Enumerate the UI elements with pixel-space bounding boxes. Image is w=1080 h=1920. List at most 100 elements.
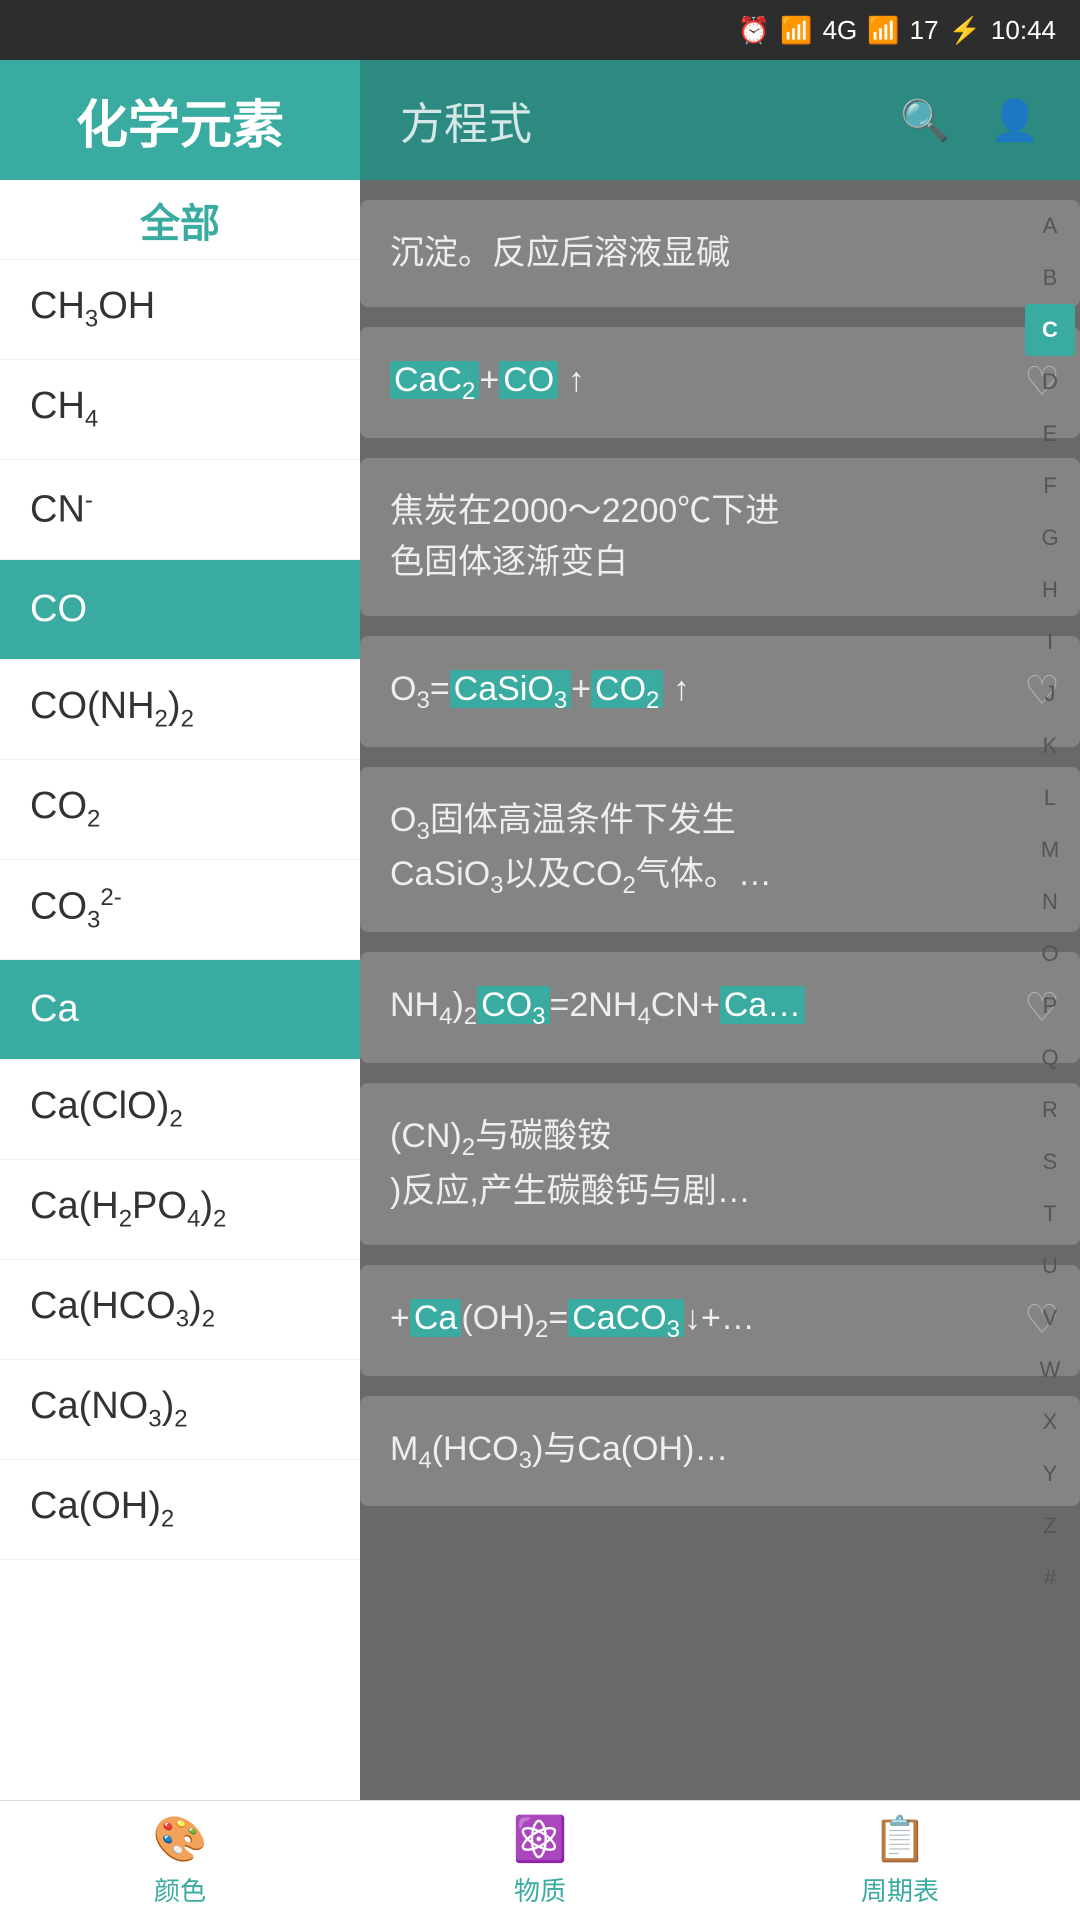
content-card-3: 焦炭在2000～2200℃下进色固体逐渐变白 [360, 458, 1080, 616]
search-icon[interactable]: 🔍 [900, 97, 950, 144]
sidebar-label-ca-hco3-2: Ca(HCO3)2 [30, 1285, 215, 1334]
user-icon[interactable]: 👤 [990, 97, 1040, 144]
nav-item-periodic[interactable]: 📋 周期表 [720, 1813, 1080, 1908]
battery-icon: ⚡ [949, 15, 981, 46]
sidebar-label-ca-h2po4-2: Ca(H2PO4)2 [30, 1185, 226, 1234]
header-icons: 🔍 👤 [900, 97, 1040, 144]
highlight-caco3: CaCO3 [568, 1299, 684, 1337]
sidebar-label-ca: Ca [30, 988, 79, 1031]
time: 10:44 [991, 15, 1056, 46]
status-bar: ⏰ 📶 4G 📶 17 ⚡ 10:44 [0, 0, 1080, 60]
nav-item-color[interactable]: 🎨 颜色 [0, 1813, 360, 1908]
alpha-H[interactable]: H [1025, 564, 1075, 616]
alpha-Q[interactable]: Q [1025, 1032, 1075, 1084]
alpha-M[interactable]: M [1025, 824, 1075, 876]
main-layout: 全部 CH3OH CH4 CN- CO CO(NH2)2 CO2 CO32- [0, 180, 1080, 1920]
highlight-casio3: CaSiO3 [450, 670, 572, 708]
alpha-hash[interactable]: # [1025, 1552, 1075, 1604]
highlight-co2: CO2 [591, 670, 663, 708]
battery-level: 17 [910, 15, 939, 46]
alpha-J[interactable]: J [1025, 668, 1075, 720]
alpha-P[interactable]: P [1025, 980, 1075, 1032]
content-card-7: (CN)2与碳酸铵)反应,产生碳酸钙与剧… [360, 1083, 1080, 1245]
card-4-formula: O3=CaSiO3+CO2 ↑ [390, 664, 1050, 719]
sidebar-item-co[interactable]: CO [0, 560, 360, 660]
sidebar-label-ch3oh: CH3OH [30, 285, 155, 334]
filter-all-label: 全部 [140, 191, 220, 249]
alpha-V[interactable]: V [1025, 1292, 1075, 1344]
matter-label: 物质 [514, 1871, 566, 1908]
card-7-text: (CN)2与碳酸铵)反应,产生碳酸钙与剧… [390, 1111, 1050, 1217]
sidebar-item-ca-clo-2[interactable]: Ca(ClO)2 [0, 1060, 360, 1160]
content-card-6: NH4)2CO3=2NH4CN+Ca… ♡ [360, 952, 1080, 1063]
alpha-W[interactable]: W [1025, 1344, 1075, 1396]
alpha-K[interactable]: K [1025, 720, 1075, 772]
alpha-Z[interactable]: Z [1025, 1500, 1075, 1552]
sidebar: 全部 CH3OH CH4 CN- CO CO(NH2)2 CO2 CO32- [0, 180, 360, 1920]
alpha-E[interactable]: E [1025, 408, 1075, 460]
sidebar-item-ca-no3-2[interactable]: Ca(NO3)2 [0, 1360, 360, 1460]
sidebar-item-ca-h2po4-2[interactable]: Ca(H2PO4)2 [0, 1160, 360, 1260]
sidebar-item-ca[interactable]: Ca [0, 960, 360, 1060]
highlight-co: CO [499, 361, 558, 399]
sidebar-item-co-nh2-2[interactable]: CO(NH2)2 [0, 660, 360, 760]
alpha-S[interactable]: S [1025, 1136, 1075, 1188]
alpha-R[interactable]: R [1025, 1084, 1075, 1136]
content-card-4: O3=CaSiO3+CO2 ↑ ♡ [360, 636, 1080, 747]
header-right: 方程式 🔍 👤 [360, 60, 1080, 180]
alpha-F[interactable]: F [1025, 460, 1075, 512]
card-8-formula: +Ca(OH)2=CaCO3↓+… [390, 1293, 1050, 1348]
alpha-index: A B C D E F G H I J K L M N O P Q R S T … [1020, 180, 1080, 1604]
status-icons: ⏰ 📶 4G 📶 17 ⚡ 10:44 [738, 15, 1056, 46]
alpha-Y[interactable]: Y [1025, 1448, 1075, 1500]
color-icon: 🎨 [153, 1813, 208, 1865]
alpha-O[interactable]: O [1025, 928, 1075, 980]
signal-bars: 📶 [867, 15, 899, 46]
sidebar-item-ch3oh[interactable]: CH3OH [0, 260, 360, 360]
alpha-I[interactable]: I [1025, 616, 1075, 668]
alpha-T[interactable]: T [1025, 1188, 1075, 1240]
alpha-D[interactable]: D [1025, 356, 1075, 408]
sidebar-item-ca-hco3-2[interactable]: Ca(HCO3)2 [0, 1260, 360, 1360]
alpha-G[interactable]: G [1025, 512, 1075, 564]
clock-icon: ⏰ [738, 15, 770, 46]
sidebar-label-ca-clo-2: Ca(ClO)2 [30, 1085, 183, 1134]
sidebar-item-ch4[interactable]: CH4 [0, 360, 360, 460]
sidebar-label-ch4: CH4 [30, 385, 98, 434]
periodic-icon: 📋 [873, 1813, 928, 1865]
alpha-B[interactable]: B [1025, 252, 1075, 304]
wifi-icon: 📶 [780, 15, 812, 46]
content-card-8: +Ca(OH)2=CaCO3↓+… ♡ [360, 1265, 1080, 1376]
highlight-cac2: CaC2 [390, 361, 479, 399]
content-card-2: CaC2+CO ↑ ♡ [360, 327, 1080, 438]
header-left: 化学元素 [0, 60, 360, 180]
sidebar-label-co: CO [30, 588, 87, 631]
alpha-C[interactable]: C [1025, 304, 1075, 356]
color-label: 颜色 [154, 1871, 206, 1908]
sidebar-label-co-nh2-2: CO(NH2)2 [30, 685, 194, 734]
card-1-text: 沉淀。反应后溶液显碱 [390, 228, 1050, 279]
content-card-1: 沉淀。反应后溶液显碱 [360, 200, 1080, 307]
alpha-X[interactable]: X [1025, 1396, 1075, 1448]
sidebar-item-ca-oh[interactable]: Ca(OH)2 [0, 1460, 360, 1560]
alpha-N[interactable]: N [1025, 876, 1075, 928]
alpha-L[interactable]: L [1025, 772, 1075, 824]
app-title: 化学元素 [76, 83, 284, 158]
card-3-text: 焦炭在2000～2200℃下进色固体逐渐变白 [390, 486, 1050, 588]
periodic-label: 周期表 [861, 1871, 939, 1908]
alpha-A[interactable]: A [1025, 200, 1075, 252]
content-cards-container: 沉淀。反应后溶液显碱 CaC2+CO ↑ ♡ 焦炭在2000～2200℃下进色固… [360, 180, 1080, 1666]
matter-icon: ⚛️ [513, 1813, 568, 1865]
nav-item-matter[interactable]: ⚛️ 物质 [360, 1813, 720, 1908]
sidebar-item-cn[interactable]: CN- [0, 460, 360, 560]
highlight-ca2: Ca [410, 1299, 461, 1337]
sidebar-label-co3: CO32- [30, 884, 122, 934]
sidebar-item-co2[interactable]: CO2 [0, 760, 360, 860]
signal-icon: 4G [823, 15, 858, 46]
alpha-U[interactable]: U [1025, 1240, 1075, 1292]
sidebar-item-co3[interactable]: CO32- [0, 860, 360, 960]
sidebar-filter-header: 全部 [0, 180, 360, 260]
card-6-formula: NH4)2CO3=2NH4CN+Ca… [390, 980, 1050, 1035]
sidebar-label-cn: CN- [30, 487, 93, 532]
header: 化学元素 方程式 🔍 👤 [0, 60, 1080, 180]
